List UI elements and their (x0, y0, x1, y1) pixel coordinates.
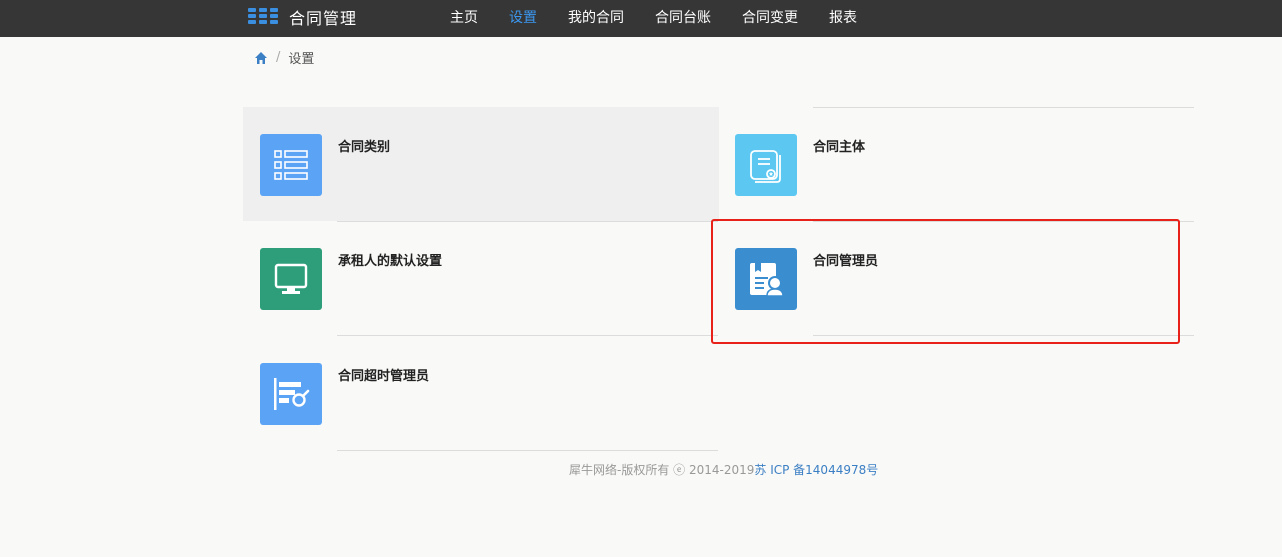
admin-document-icon (750, 263, 784, 297)
app-title[interactable]: 合同管理 (289, 9, 357, 29)
top-navbar: 合同管理 主页 设置 我的合同 合同台账 合同变更 报表 (0, 0, 1282, 37)
search-chart-icon (274, 378, 310, 410)
settings-item-lessee-default[interactable]: 承租人的默认设置 (243, 221, 719, 335)
footer-icp-link[interactable]: 苏 ICP 备14044978号 (754, 463, 878, 477)
settings-item-label: 合同类别 (338, 140, 391, 155)
settings-item-label: 合同主体 (813, 140, 866, 155)
nav-item-settings[interactable]: 设置 (509, 0, 537, 37)
main-nav: 主页 设置 我的合同 合同台账 合同变更 报表 (450, 0, 888, 37)
settings-item-contract-timeout-admin[interactable]: 合同超时管理员 (243, 336, 719, 450)
divider (813, 335, 1194, 336)
breadcrumb-separator: / (276, 50, 281, 65)
footer: 犀牛网络-版权所有 ⓔ 2014-2019苏 ICP 备14044978号 (569, 461, 878, 478)
nav-item-contract-ledger[interactable]: 合同台账 (655, 0, 711, 37)
contract-timeout-admin-tile (260, 363, 322, 425)
settings-item-label: 合同管理员 (813, 254, 879, 269)
app-logo-icon[interactable] (248, 8, 278, 25)
settings-item-contract-entity[interactable]: 合同主体 (718, 107, 1194, 221)
nav-item-reports[interactable]: 报表 (829, 0, 857, 37)
settings-item-contract-category[interactable]: 合同类别 (243, 107, 719, 221)
nav-item-my-contracts[interactable]: 我的合同 (568, 0, 624, 37)
nav-item-contract-changes[interactable]: 合同变更 (742, 0, 798, 37)
contract-category-tile (260, 134, 322, 196)
footer-copyright: 犀牛网络-版权所有 ⓔ 2014-2019 (569, 463, 755, 477)
home-icon[interactable] (254, 51, 268, 65)
nav-item-home[interactable]: 主页 (450, 0, 478, 37)
breadcrumb: / 设置 (254, 48, 314, 67)
lessee-default-tile (260, 248, 322, 310)
settings-item-label: 承租人的默认设置 (338, 254, 443, 269)
breadcrumb-current: 设置 (288, 52, 315, 67)
certificate-icon (750, 150, 781, 183)
contract-entity-tile (735, 134, 797, 196)
list-icon (274, 150, 308, 180)
contract-admin-tile (735, 248, 797, 310)
settings-item-contract-admin[interactable]: 合同管理员 (718, 221, 1194, 335)
monitor-icon (274, 263, 308, 294)
settings-item-label: 合同超时管理员 (338, 369, 430, 384)
divider (337, 450, 718, 451)
